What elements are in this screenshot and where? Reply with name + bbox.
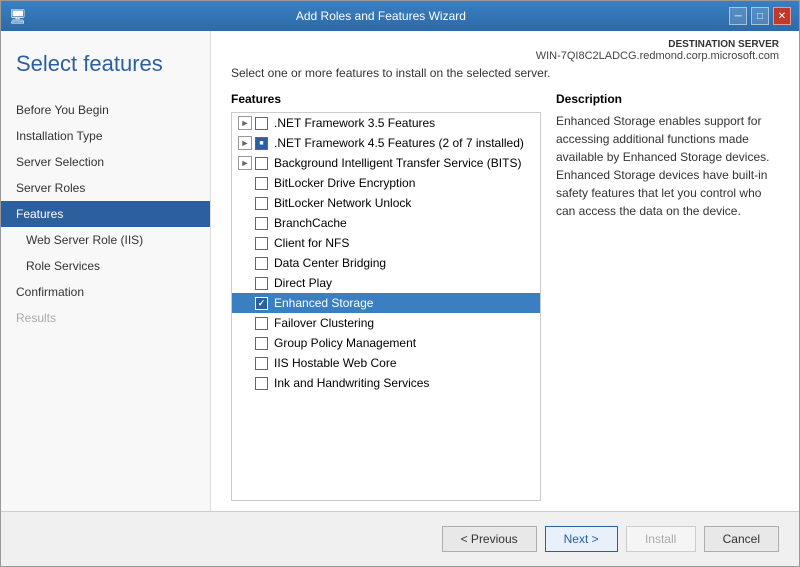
features-panel: Features ► .NET Framework 3.5 Features (231, 92, 541, 501)
expand-direct-play (238, 276, 252, 290)
footer: < Previous Next > Install Cancel (1, 511, 799, 566)
checkbox-bits[interactable] (255, 157, 268, 170)
expand-failover-clustering (238, 316, 252, 330)
checkbox-net45[interactable] (255, 137, 268, 150)
instruction-text: Select one or more features to install o… (231, 66, 779, 80)
feature-label-net35: .NET Framework 3.5 Features (274, 116, 435, 130)
expand-bitlocker (238, 176, 252, 190)
feature-net35[interactable]: ► .NET Framework 3.5 Features (232, 113, 540, 133)
horizontal-scrollbar[interactable]: ◄ ► (232, 500, 540, 501)
expand-bits[interactable]: ► (238, 156, 252, 170)
window-title: Add Roles and Features Wizard (33, 9, 729, 23)
feature-label-dcb: Data Center Bridging (274, 256, 386, 270)
feature-net45[interactable]: ► .NET Framework 4.5 Features (2 of 7 in… (232, 133, 540, 153)
feature-label-failover-clustering: Failover Clustering (274, 316, 374, 330)
checkbox-bitlocker-network[interactable] (255, 197, 268, 210)
expand-branchcache (238, 216, 252, 230)
window-controls: ─ □ ✕ (729, 7, 791, 25)
feature-label-client-nfs: Client for NFS (274, 236, 349, 250)
destination-server-info: DESTINATION SERVER WIN-7QI8C2LADCG.redmo… (211, 31, 799, 66)
cancel-button[interactable]: Cancel (704, 526, 779, 552)
checkbox-iis-hostable[interactable] (255, 357, 268, 370)
install-button[interactable]: Install (626, 526, 696, 552)
checkbox-client-nfs[interactable] (255, 237, 268, 250)
destination-server-name: WIN-7QI8C2LADCG.redmond.corp.microsoft.c… (231, 50, 779, 62)
checkbox-bitlocker[interactable] (255, 177, 268, 190)
sidebar-header: Select features (1, 41, 210, 97)
sidebar-item-features[interactable]: Features (1, 201, 210, 227)
feature-label-bits: Background Intelligent Transfer Service … (274, 156, 521, 170)
features-list-container: ► .NET Framework 3.5 Features ► .NET Fra… (231, 112, 541, 501)
feature-label-enhanced-storage: Enhanced Storage (274, 296, 373, 310)
feature-dcb[interactable]: Data Center Bridging (232, 253, 540, 273)
expand-client-nfs (238, 236, 252, 250)
features-area: Features ► .NET Framework 3.5 Features (231, 92, 779, 501)
checkbox-enhanced-storage[interactable] (255, 297, 268, 310)
feature-label-iis-hostable: IIS Hostable Web Core (274, 356, 397, 370)
sidebar-item-results: Results (1, 305, 210, 331)
feature-label-bitlocker: BitLocker Drive Encryption (274, 176, 415, 190)
feature-label-group-policy: Group Policy Management (274, 336, 416, 350)
minimize-button[interactable]: ─ (729, 7, 747, 25)
checkbox-group-policy[interactable] (255, 337, 268, 350)
wizard-window: 🖥 Add Roles and Features Wizard ─ □ ✕ Se… (0, 0, 800, 567)
expand-ink-handwriting (238, 376, 252, 390)
features-list[interactable]: ► .NET Framework 3.5 Features ► .NET Fra… (232, 113, 540, 500)
feature-label-branchcache: BranchCache (274, 216, 347, 230)
feature-enhanced-storage[interactable]: Enhanced Storage (232, 293, 540, 313)
checkbox-direct-play[interactable] (255, 277, 268, 290)
feature-client-nfs[interactable]: Client for NFS (232, 233, 540, 253)
destination-server-label: DESTINATION SERVER (231, 39, 779, 50)
sidebar-item-before-you-begin[interactable]: Before You Begin (1, 97, 210, 123)
expand-net35[interactable]: ► (238, 116, 252, 130)
feature-ink-handwriting[interactable]: Ink and Handwriting Services (232, 373, 540, 393)
window-icon: 🖥 (9, 8, 27, 25)
checkbox-branchcache[interactable] (255, 217, 268, 230)
feature-label-ink-handwriting: Ink and Handwriting Services (274, 376, 429, 390)
main-body: Select one or more features to install o… (211, 66, 799, 511)
feature-label-net45: .NET Framework 4.5 Features (2 of 7 inst… (274, 136, 524, 150)
titlebar: 🖥 Add Roles and Features Wizard ─ □ ✕ (1, 1, 799, 31)
feature-bitlocker-network[interactable]: BitLocker Network Unlock (232, 193, 540, 213)
feature-iis-hostable[interactable]: IIS Hostable Web Core (232, 353, 540, 373)
maximize-button[interactable]: □ (751, 7, 769, 25)
checkbox-ink-handwriting[interactable] (255, 377, 268, 390)
content-area: Select features Before You Begin Install… (1, 31, 799, 511)
description-panel: Description Enhanced Storage enables sup… (556, 92, 779, 501)
previous-button[interactable]: < Previous (442, 526, 537, 552)
sidebar-item-web-server-role[interactable]: Web Server Role (IIS) (1, 227, 210, 253)
main-content: DESTINATION SERVER WIN-7QI8C2LADCG.redmo… (211, 31, 799, 511)
expand-bitlocker-network (238, 196, 252, 210)
sidebar: Select features Before You Begin Install… (1, 31, 211, 511)
sidebar-item-confirmation[interactable]: Confirmation (1, 279, 210, 305)
feature-bits[interactable]: ► Background Intelligent Transfer Servic… (232, 153, 540, 173)
feature-label-direct-play: Direct Play (274, 276, 332, 290)
checkbox-net35[interactable] (255, 117, 268, 130)
expand-iis-hostable (238, 356, 252, 370)
features-label: Features (231, 92, 541, 106)
feature-group-policy[interactable]: Group Policy Management (232, 333, 540, 353)
feature-bitlocker[interactable]: BitLocker Drive Encryption (232, 173, 540, 193)
description-label: Description (556, 92, 779, 106)
feature-direct-play[interactable]: Direct Play (232, 273, 540, 293)
close-button[interactable]: ✕ (773, 7, 791, 25)
expand-dcb (238, 256, 252, 270)
checkbox-dcb[interactable] (255, 257, 268, 270)
sidebar-item-role-services[interactable]: Role Services (1, 253, 210, 279)
sidebar-item-server-roles[interactable]: Server Roles (1, 175, 210, 201)
expand-net45[interactable]: ► (238, 136, 252, 150)
expand-enhanced-storage (238, 296, 252, 310)
feature-failover-clustering[interactable]: Failover Clustering (232, 313, 540, 333)
checkbox-failover-clustering[interactable] (255, 317, 268, 330)
expand-group-policy (238, 336, 252, 350)
sidebar-item-server-selection[interactable]: Server Selection (1, 149, 210, 175)
sidebar-item-installation-type[interactable]: Installation Type (1, 123, 210, 149)
description-text: Enhanced Storage enables support for acc… (556, 112, 779, 220)
feature-branchcache[interactable]: BranchCache (232, 213, 540, 233)
feature-label-bitlocker-network: BitLocker Network Unlock (274, 196, 411, 210)
next-button[interactable]: Next > (545, 526, 618, 552)
